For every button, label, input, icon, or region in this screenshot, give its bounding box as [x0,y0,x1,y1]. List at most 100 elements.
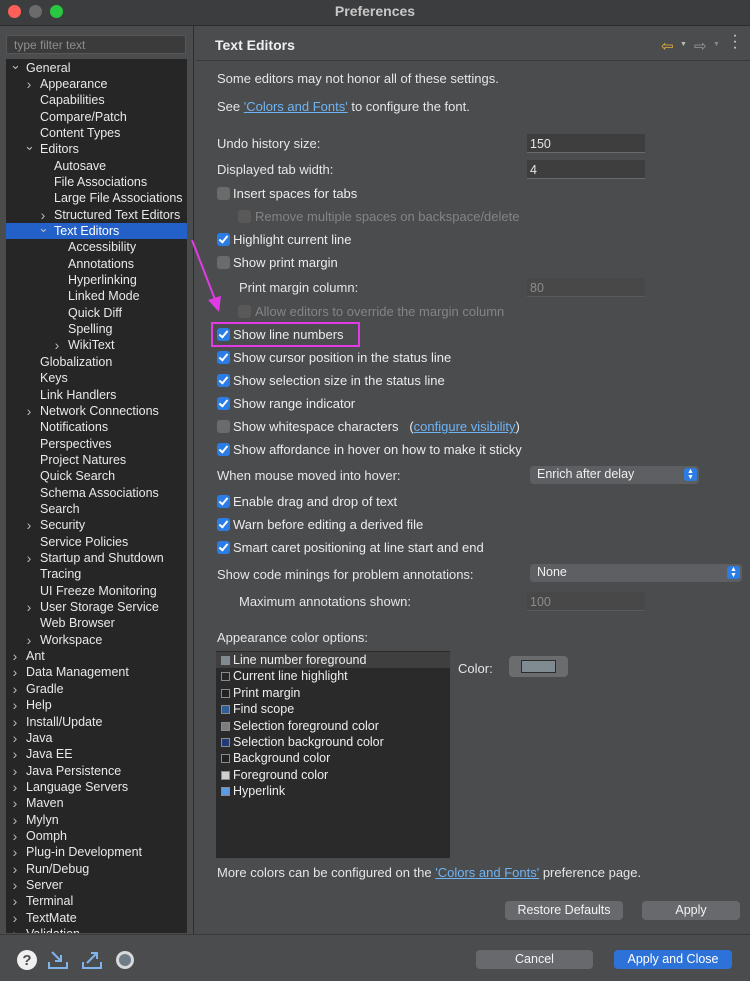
chevron-right-icon[interactable]: › [24,517,34,533]
tree-item[interactable]: › Gradle [6,681,187,697]
warn-derived-checkbox[interactable] [217,518,230,531]
insert-spaces-checkbox[interactable] [217,187,230,200]
chevron-right-icon[interactable]: › [10,697,20,713]
tree-item[interactable]: › Language Servers [6,779,187,795]
chevron-right-icon[interactable]: › [24,403,34,419]
chevron-right-icon[interactable]: › [10,844,20,860]
remove-spaces-checkbox[interactable] [238,210,251,223]
cancel-button[interactable]: Cancel [476,950,593,969]
preference-tree[interactable]: ⌄ General › Appearance Capabilities Compare/P… [6,59,187,933]
color-picker-button[interactable] [509,656,568,677]
tree-item[interactable]: › Terminal [6,893,187,909]
colors-fonts-link[interactable]: 'Colors and Fonts' [244,99,348,114]
tree-item[interactable]: › Validation [6,926,187,933]
max-annotations-input[interactable]: 100 [527,592,645,611]
tree-item[interactable]: ⌄ Editors [6,139,187,157]
tree-item[interactable]: › Structured Text Editors [6,207,187,223]
tree-item[interactable]: Notifications [6,419,187,435]
color-option-item[interactable]: Selection foreground color [216,718,450,734]
color-option-item[interactable]: Foreground color [216,767,450,783]
forward-history-dropdown-icon[interactable]: ▼ [713,41,720,48]
tree-item[interactable]: › Ant [6,648,187,664]
chevron-right-icon[interactable]: › [10,926,20,933]
chevron-right-icon[interactable]: › [10,681,20,697]
tree-item[interactable]: Keys [6,370,187,386]
tree-item[interactable]: Large File Associations [6,190,187,206]
chevron-right-icon[interactable]: › [10,763,20,779]
tree-item[interactable]: › Mylyn [6,812,187,828]
tree-item[interactable]: Autosave [6,158,187,174]
allow-override-checkbox[interactable] [238,305,251,318]
tree-item[interactable]: Accessibility [6,239,187,255]
tree-item[interactable]: › Maven [6,795,187,811]
chevron-down-icon[interactable]: ⌄ [10,59,21,76]
tree-item[interactable]: › Java [6,730,187,746]
chevron-right-icon[interactable]: › [10,828,20,844]
tree-item[interactable]: › Data Management [6,664,187,680]
tree-item[interactable]: › Server [6,877,187,893]
undo-history-input[interactable]: 150 [527,134,645,153]
color-option-item[interactable]: Selection background color [216,734,450,750]
tree-item[interactable]: Schema Associations [6,485,187,501]
tree-item[interactable]: › User Storage Service [6,599,187,615]
tree-item[interactable]: Capabilities [6,92,187,108]
back-arrow-icon[interactable]: ⇦ [661,37,674,55]
more-colors-link[interactable]: 'Colors and Fonts' [435,865,539,880]
appearance-color-list[interactable]: Line number foreground Current line highl… [215,650,451,859]
restore-defaults-button[interactable]: Restore Defaults [505,901,623,920]
chevron-right-icon[interactable]: › [52,337,62,353]
tree-item[interactable]: Hyperlinking [6,272,187,288]
drag-drop-checkbox[interactable] [217,495,230,508]
tree-item[interactable]: › WikiText [6,337,187,353]
chevron-right-icon[interactable]: › [24,632,34,648]
chevron-right-icon[interactable]: › [24,76,34,92]
forward-arrow-icon[interactable]: ⇨ [694,37,707,55]
chevron-right-icon[interactable]: › [10,779,20,795]
tree-item[interactable]: › Oomph [6,828,187,844]
tree-item[interactable]: ⌄ General [6,59,187,76]
tree-item[interactable]: › Startup and Shutdown [6,550,187,566]
tree-item[interactable]: Project Natures [6,452,187,468]
color-option-item[interactable]: Find scope [216,701,450,717]
smart-caret-checkbox[interactable] [217,541,230,554]
configure-visibility-link[interactable]: configure visibility [414,419,516,434]
tree-item[interactable]: Service Policies [6,534,187,550]
pane-divider[interactable] [193,26,194,934]
chevron-down-icon[interactable]: ⌄ [24,139,35,157]
chevron-right-icon[interactable]: › [10,795,20,811]
tree-item[interactable]: Tracing [6,566,187,582]
tree-item[interactable]: › Java EE [6,746,187,762]
chevron-right-icon[interactable]: › [24,550,34,566]
tab-width-input[interactable]: 4 [527,160,645,179]
tree-item[interactable]: ⌄ Text Editors [6,221,187,239]
tree-item[interactable]: Perspectives [6,436,187,452]
tree-item[interactable]: Compare/Patch [6,109,187,125]
print-margin-column-input[interactable]: 80 [527,278,645,297]
apply-button[interactable]: Apply [642,901,740,920]
tree-item[interactable]: Globalization [6,354,187,370]
tree-item[interactable]: › Appearance [6,76,187,92]
tree-item[interactable]: › Security [6,517,187,533]
oomph-settings-icon[interactable] [114,949,136,971]
export-icon[interactable] [81,949,103,971]
back-history-dropdown-icon[interactable]: ▼ [680,41,687,48]
apply-and-close-button[interactable]: Apply and Close [614,950,732,969]
tree-item[interactable]: › Network Connections [6,403,187,419]
tree-item[interactable]: Web Browser [6,615,187,631]
chevron-right-icon[interactable]: › [10,910,20,926]
range-indicator-checkbox[interactable] [217,397,230,410]
tree-item[interactable]: Quick Search [6,468,187,484]
whitespace-checkbox[interactable] [217,420,230,433]
chevron-right-icon[interactable]: › [10,812,20,828]
tree-item[interactable]: Linked Mode [6,288,187,304]
tree-item[interactable]: › Java Persistence [6,763,187,779]
help-icon[interactable]: ? [16,949,38,971]
chevron-right-icon[interactable]: › [10,714,20,730]
tree-item[interactable]: Search [6,501,187,517]
tree-item[interactable]: File Associations [6,174,187,190]
color-option-item[interactable]: Hyperlink [216,783,450,799]
selection-size-checkbox[interactable] [217,374,230,387]
affordance-checkbox[interactable] [217,443,230,456]
chevron-right-icon[interactable]: › [10,664,20,680]
tree-item[interactable]: › Help [6,697,187,713]
